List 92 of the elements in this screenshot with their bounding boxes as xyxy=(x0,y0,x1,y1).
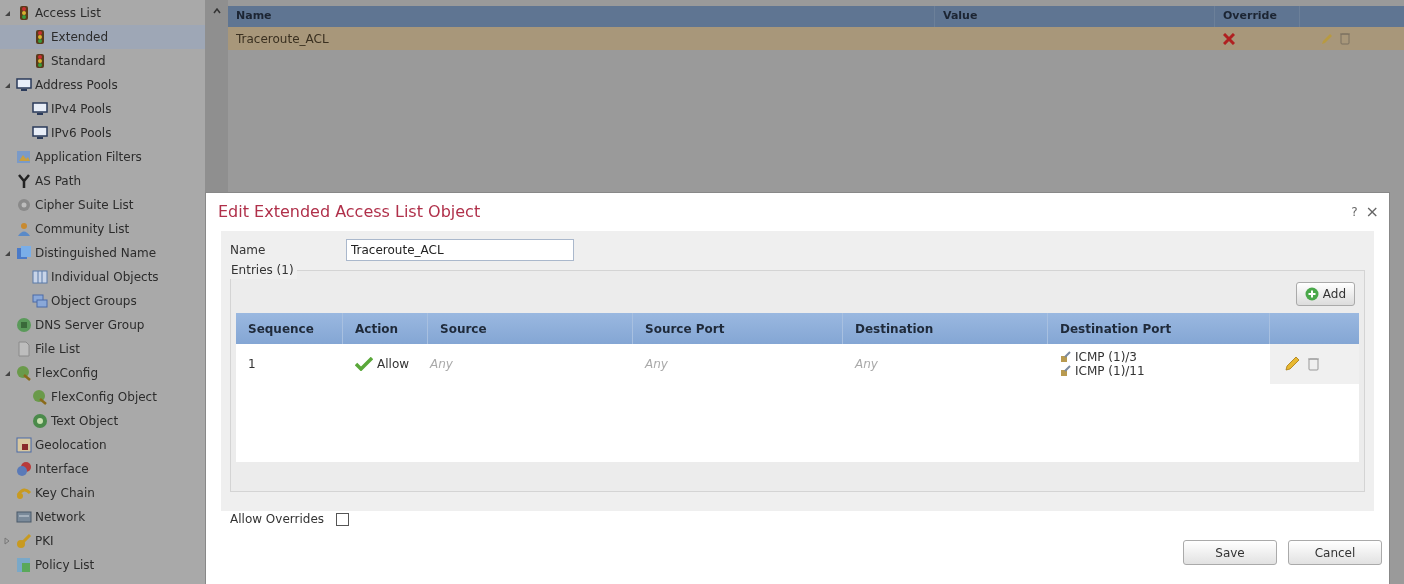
branch-icon xyxy=(16,173,32,189)
tree-item-label: Geolocation xyxy=(35,437,107,454)
tree-item-label: Object Groups xyxy=(51,293,137,310)
map-icon xyxy=(16,437,32,453)
tree-item[interactable]: Interface xyxy=(0,457,205,481)
table-cell-text: Allow xyxy=(377,356,410,373)
tree-item[interactable]: Network xyxy=(0,505,205,529)
tree-item-label: Standard xyxy=(51,53,106,70)
tree-item-label: Cipher Suite List xyxy=(35,197,134,214)
tree-item[interactable]: Application Filters xyxy=(0,145,205,169)
file-icon xyxy=(16,341,32,357)
server-icon xyxy=(16,509,32,525)
table-cell-text: Any xyxy=(853,356,879,373)
tree-item[interactable]: Access List xyxy=(0,1,205,25)
tree-item-label: AS Path xyxy=(35,173,81,190)
tree-item[interactable]: Geolocation xyxy=(0,433,205,457)
gear-icon xyxy=(16,197,32,213)
tree-item[interactable]: AS Path xyxy=(0,169,205,193)
people-icon xyxy=(16,221,32,237)
tree-item[interactable]: Address Pools xyxy=(0,73,205,97)
tree-item-label: Address Pools xyxy=(35,77,118,94)
spheres-icon xyxy=(16,461,32,477)
monitor-icon xyxy=(16,77,32,93)
table-icon xyxy=(32,269,48,285)
tree-item-label: Text Object xyxy=(51,413,119,430)
checkbox-label: Allow Overrides xyxy=(230,511,325,528)
help-button[interactable]: ? xyxy=(1351,203,1358,221)
add-button[interactable]: Add xyxy=(1295,282,1355,306)
pencil-icon[interactable] xyxy=(1284,356,1300,372)
tree-item-label: IPv6 Pools xyxy=(51,125,112,142)
field-label: Name xyxy=(230,242,267,259)
tree-item-label: DNS Server Group xyxy=(35,317,145,334)
tree-item[interactable]: Individual Objects xyxy=(0,265,205,289)
tree-item-label: Individual Objects xyxy=(51,269,159,286)
table-cell-text: Any xyxy=(643,356,669,373)
image-icon xyxy=(16,149,32,165)
collapse-icon[interactable] xyxy=(4,81,11,89)
close-button[interactable]: × xyxy=(1365,200,1379,224)
dialog-button[interactable]: Save xyxy=(1183,540,1277,565)
tree-item[interactable]: Text Object xyxy=(0,409,205,433)
tree-item[interactable]: IPv4 Pools xyxy=(0,97,205,121)
tree-item-label: Application Filters xyxy=(35,149,142,166)
dialog-title: Edit Extended Access List Object xyxy=(218,201,482,223)
monitor-icon xyxy=(32,125,48,141)
table-cell-text: Traceroute_ACL xyxy=(235,30,330,48)
tree-item[interactable]: Distinguished Name xyxy=(0,241,205,265)
tree-item[interactable]: IPv6 Pools xyxy=(0,121,205,145)
network-object-icon xyxy=(1060,351,1072,363)
tree-item[interactable]: Extended xyxy=(0,25,205,49)
tree-item-label: FlexConfig xyxy=(35,365,98,382)
plus-icon xyxy=(1304,287,1319,301)
tree-item-label: Policy List xyxy=(35,557,95,574)
tree-item[interactable]: Object Groups xyxy=(0,289,205,313)
tree-item-label: Distinguished Name xyxy=(35,245,157,262)
tree-item[interactable]: Key Chain xyxy=(0,481,205,505)
table-cell-text: ICMP (1)/11 xyxy=(1075,363,1145,380)
scroll-up-icon[interactable] xyxy=(212,8,221,14)
name-field[interactable]: Traceroute_ACL xyxy=(346,239,574,261)
tree-item-label: Key Chain xyxy=(35,485,95,502)
tree-item-label: Community List xyxy=(35,221,130,238)
tree-item-label: IPv4 Pools xyxy=(51,101,112,118)
tree-item[interactable]: PKI xyxy=(0,529,205,553)
tree-item[interactable]: FlexConfig Object xyxy=(0,385,205,409)
tree-item[interactable]: Policy List xyxy=(0,553,205,577)
tree-item[interactable]: FlexConfig xyxy=(0,361,205,385)
check-icon xyxy=(355,357,373,371)
table-cell-text: 1 xyxy=(247,356,257,373)
tree-item[interactable]: DNS Server Group xyxy=(0,313,205,337)
monitor-icon xyxy=(32,101,48,117)
tree-item[interactable]: Community List xyxy=(0,217,205,241)
collapse-icon[interactable] xyxy=(4,249,11,257)
tree-item-label: Network xyxy=(35,509,86,526)
tree-item-label: File List xyxy=(35,341,80,358)
group-label: Entries (1) xyxy=(228,261,297,279)
tree-item[interactable]: File List xyxy=(0,337,205,361)
tree-item-label: Extended xyxy=(51,29,108,46)
tree-item-label: FlexConfig Object xyxy=(51,389,157,406)
table-cell-text: Any xyxy=(428,356,454,373)
stack-icon xyxy=(32,293,48,309)
tree-item[interactable]: Cipher Suite List xyxy=(0,193,205,217)
tree-item-label: PKI xyxy=(35,533,54,550)
collapse-icon[interactable] xyxy=(4,369,11,377)
tree-item-label: Interface xyxy=(35,461,89,478)
circle-icon xyxy=(32,413,48,429)
network-object-icon xyxy=(1060,365,1072,377)
cards-icon xyxy=(16,245,32,261)
tree-item[interactable]: Standard xyxy=(0,49,205,73)
tree-item-label: Access List xyxy=(35,5,101,22)
dialog-button[interactable]: Cancel xyxy=(1288,540,1382,565)
collapse-icon[interactable] xyxy=(4,9,11,17)
checkbox[interactable] xyxy=(336,512,350,526)
table-cell-text: ICMP (1)/3 xyxy=(1075,349,1137,365)
